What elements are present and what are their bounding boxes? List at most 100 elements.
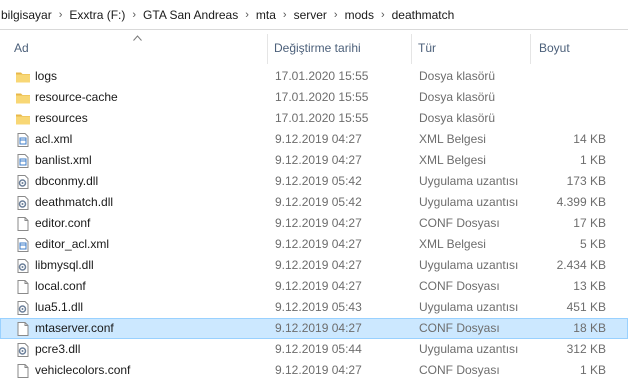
chevron-right-icon[interactable]: › [377,9,389,21]
dll-file-icon [15,258,31,274]
file-size: 173 KB [566,174,606,188]
file-name: logs [35,69,58,83]
file-row[interactable]: resource-cache 17.01.2020 15:55 Dosya klas… [0,87,628,108]
file-row[interactable]: acl.xml 9.12.2019 04:27 XML Belgesi 14 KB [0,129,628,150]
breadcrumb-item[interactable]: bilgisayar [0,8,55,22]
chevron-right-icon[interactable]: › [55,9,67,21]
file-icon [15,216,31,232]
file-size: 18 KB [573,321,606,335]
file-name: resource-cache [35,90,118,104]
chevron-right-icon[interactable]: › [241,9,253,21]
breadcrumb-item[interactable]: deathmatch [389,8,458,22]
breadcrumb-item[interactable]: Exxtra (F:) [66,8,128,22]
file-row[interactable]: editor_acl.xml 9.12.2019 04:27 XML Belgesi… [0,234,628,255]
file-row[interactable]: editor.conf 9.12.2019 04:27 CONF Dosyası 17… [0,213,628,234]
file-date: 9.12.2019 04:27 [275,132,362,146]
file-icon [15,321,31,337]
file-size: 5 KB [579,237,606,251]
breadcrumb-item[interactable]: GTA San Andreas [140,8,241,22]
file-date: 9.12.2019 04:27 [275,258,362,272]
xml-file-icon [15,237,31,253]
file-type: CONF Dosyası [419,321,500,335]
chevron-up-icon [133,33,142,44]
file-size: 312 KB [566,342,606,356]
file-row[interactable]: mtaserver.conf 9.12.2019 04:27 CONF Dosyas… [0,318,628,339]
file-date: 9.12.2019 04:27 [275,279,362,293]
file-date: 9.12.2019 05:44 [275,342,362,356]
file-size: 1 KB [579,363,606,377]
file-type: CONF Dosyası [419,363,500,377]
file-type: CONF Dosyası [419,216,500,230]
chevron-right-icon[interactable]: › [330,9,342,21]
file-type: Dosya klasörü [419,111,496,125]
file-row[interactable]: dbconmy.dll 9.12.2019 05:42 Uygulama uzant… [0,171,628,192]
file-row[interactable]: lua5.1.dll 9.12.2019 05:43 Uygulama uzantı… [0,297,628,318]
column-name-header[interactable]: Ad [0,30,268,68]
folder-icon [15,90,31,106]
file-date: 9.12.2019 04:27 [275,321,362,335]
file-type: XML Belgesi [419,132,486,146]
column-date-header[interactable]: Değiştirme tarihi [268,30,412,68]
file-type: Uygulama uzantısı [419,300,519,314]
file-size: 4.399 KB [556,195,606,209]
file-date: 9.12.2019 05:42 [275,174,362,188]
file-name: local.conf [35,279,86,293]
column-name-label: Ad [14,41,29,55]
file-row[interactable]: resources 17.01.2020 15:55 Dosya klasörü [0,108,628,129]
chevron-right-icon[interactable]: › [128,9,140,21]
breadcrumb-item[interactable]: mods [342,8,377,22]
file-date: 9.12.2019 05:43 [275,300,362,314]
file-row[interactable]: deathmatch.dll 9.12.2019 05:42 Uygulama uz… [0,192,628,213]
file-row[interactable]: local.conf 9.12.2019 04:27 CONF Dosyası 13 … [0,276,628,297]
file-type: XML Belgesi [419,237,486,251]
breadcrumb-item[interactable]: mta [253,8,279,22]
file-date: 17.01.2020 15:55 [275,90,369,104]
breadcrumb-item[interactable]: server [291,8,330,22]
column-type-header[interactable]: Tür [412,30,531,68]
file-name: dbconmy.dll [35,174,99,188]
file-list: logs 17.01.2020 15:55 Dosya klasörü resourc… [0,66,628,381]
file-date: 9.12.2019 04:27 [275,153,362,167]
file-row[interactable]: pcre3.dll 9.12.2019 05:44 Uygulama uzantıs… [0,339,628,360]
file-type: Uygulama uzantısı [419,174,519,188]
xml-file-icon [15,132,31,148]
file-row[interactable]: vehiclecolors.conf 9.12.2019 04:27 CONF Do… [0,360,628,381]
chevron-right-icon[interactable]: › [279,9,291,21]
xml-file-icon [15,153,31,169]
file-row[interactable]: banlist.xml 9.12.2019 04:27 XML Belgesi 1 K… [0,150,628,171]
dll-file-icon [15,342,31,358]
file-type: CONF Dosyası [419,279,500,293]
file-size: 1 KB [579,153,606,167]
file-date: 9.12.2019 04:27 [275,237,362,251]
file-type: Uygulama uzantısı [419,342,519,356]
file-size: 14 KB [573,132,606,146]
folder-icon [15,69,31,85]
file-date: 9.12.2019 04:27 [275,216,362,230]
file-type: Dosya klasörü [419,90,496,104]
file-type: Uygulama uzantısı [419,258,519,272]
file-name: editor.conf [35,216,91,230]
file-name: acl.xml [35,132,73,146]
file-name: lua5.1.dll [35,300,84,314]
file-type: Dosya klasörü [419,69,496,83]
file-size: 13 KB [573,279,606,293]
file-size: 17 KB [573,216,606,230]
file-row[interactable]: logs 17.01.2020 15:55 Dosya klasörü [0,66,628,87]
file-name: editor_acl.xml [35,237,110,251]
file-row[interactable]: libmysql.dll 9.12.2019 04:27 Uygulama uzan… [0,255,628,276]
dll-file-icon [15,174,31,190]
breadcrumb: bilgisayar › Exxtra (F:) › GTA San Andreas › m… [0,0,628,30]
file-type: XML Belgesi [419,153,486,167]
file-name: libmysql.dll [35,258,94,272]
file-name: mtaserver.conf [35,321,114,335]
column-size-header[interactable]: Boyut [531,30,628,68]
file-date: 17.01.2020 15:55 [275,69,369,83]
file-icon [15,363,31,379]
column-size-label: Boyut [539,41,570,55]
file-name: deathmatch.dll [35,195,114,209]
file-icon [15,279,31,295]
file-date: 9.12.2019 05:42 [275,195,362,209]
file-date: 9.12.2019 04:27 [275,363,362,377]
dll-file-icon [15,300,31,316]
file-name: banlist.xml [35,153,92,167]
